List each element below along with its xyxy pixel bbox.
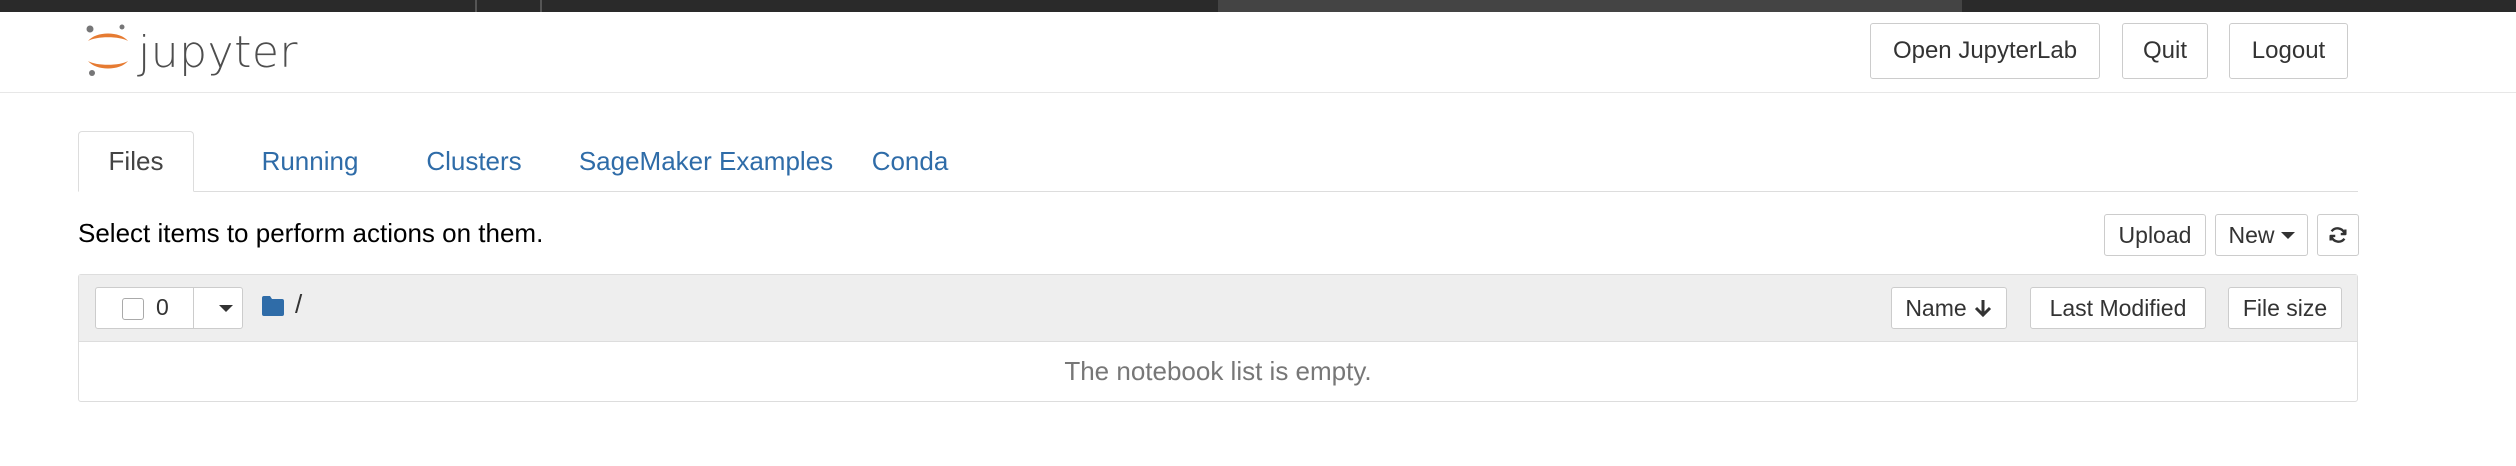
browser-strip-divider — [475, 0, 477, 12]
notebook-list-header: 0 / Name Last Modified File size — [79, 275, 2357, 342]
selected-count: 0 — [156, 294, 169, 320]
name-column-label: Name — [1905, 294, 1967, 321]
jupyter-logo[interactable]: jupyter — [84, 23, 304, 83]
empty-list-message: The notebook list is empty. — [1064, 355, 1372, 386]
select-group-divider — [193, 288, 194, 328]
new-button-label: New — [2228, 221, 2275, 248]
quit-button[interactable]: Quit — [2122, 23, 2208, 79]
select-dropdown-icon[interactable] — [219, 305, 233, 312]
sort-by-name-button[interactable]: Name — [1891, 287, 2007, 329]
new-dropdown-button[interactable]: New — [2215, 214, 2308, 256]
instructions-text: Select items to perform actions on them. — [78, 218, 544, 248]
tab-sagemaker-examples[interactable]: SageMaker Examples — [558, 131, 854, 191]
tab-files[interactable]: Files — [78, 131, 194, 192]
upload-button[interactable]: Upload — [2104, 214, 2206, 256]
browser-strip-tab — [1218, 0, 1962, 12]
tab-clusters[interactable]: Clusters — [392, 131, 556, 191]
current-path[interactable]: / — [295, 289, 302, 320]
sort-by-file-size-button[interactable]: File size — [2228, 287, 2342, 329]
jupyter-logo-icon — [86, 24, 128, 76]
open-jupyterlab-button[interactable]: Open JupyterLab — [1870, 23, 2100, 79]
folder-icon[interactable] — [261, 295, 285, 317]
refresh-button[interactable] — [2317, 214, 2359, 256]
header-bar: jupyter Open JupyterLab Quit Logout — [0, 12, 2516, 93]
tab-conda[interactable]: Conda — [856, 131, 964, 191]
caret-down-icon — [2280, 231, 2295, 239]
select-all-checkbox[interactable] — [122, 298, 144, 320]
tab-running[interactable]: Running — [230, 131, 390, 191]
browser-top-strip — [0, 0, 2516, 12]
logout-button[interactable]: Logout — [2229, 23, 2348, 79]
refresh-icon — [2329, 227, 2347, 243]
sort-by-last-modified-button[interactable]: Last Modified — [2030, 287, 2206, 329]
select-all-group: 0 — [95, 287, 243, 329]
logo-wordmark: jupyter — [138, 27, 298, 78]
browser-strip-divider — [540, 0, 542, 12]
tab-bar: Files Running Clusters SageMaker Example… — [78, 131, 2358, 192]
notebook-list-panel: 0 / Name Last Modified File size The not… — [78, 274, 2358, 402]
arrow-down-icon — [1974, 300, 1991, 318]
